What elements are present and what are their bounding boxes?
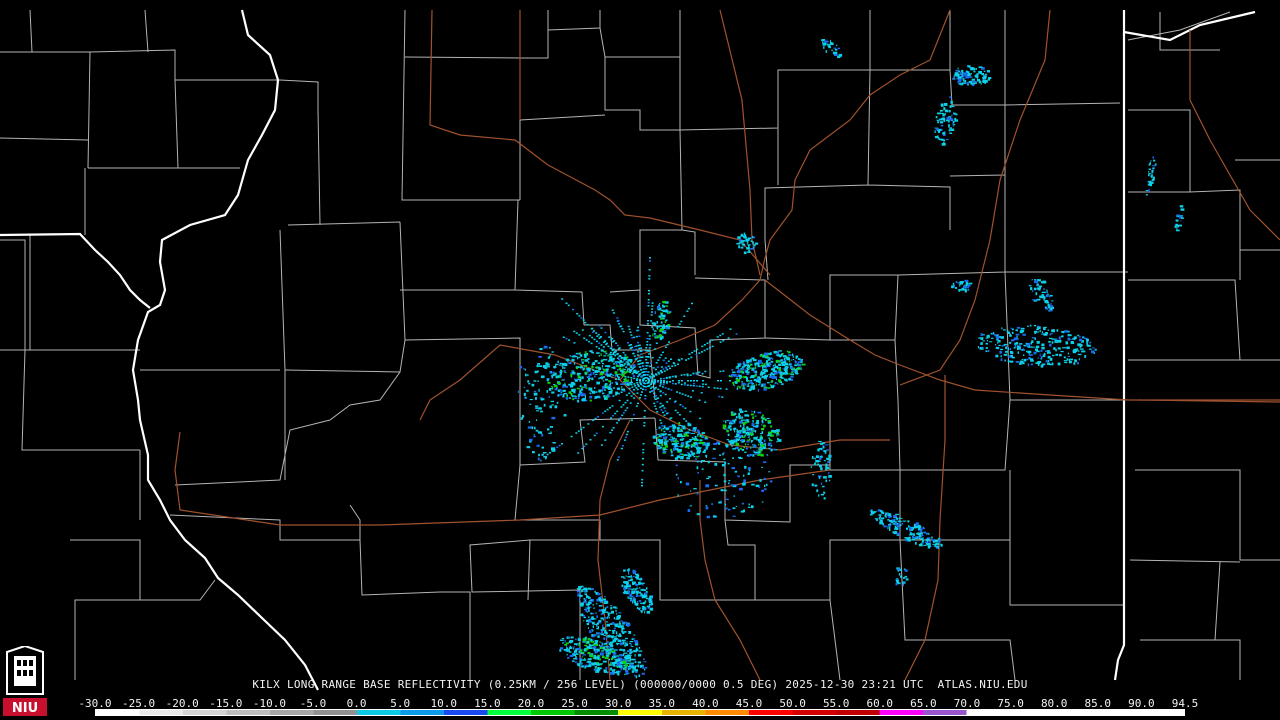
product-title: KILX LONG RANGE BASE REFLECTIVITY (0.25K… [252,678,1028,691]
niu-logo-text: NIU [12,701,38,716]
color-scale-bar [95,709,1185,716]
color-scale-labels: -30.0 -25.0 -20.0 -15.0 -10.0 -5.0 0.0 5.0 10.0 1… [78,697,1198,710]
radar-map [0,0,1280,720]
